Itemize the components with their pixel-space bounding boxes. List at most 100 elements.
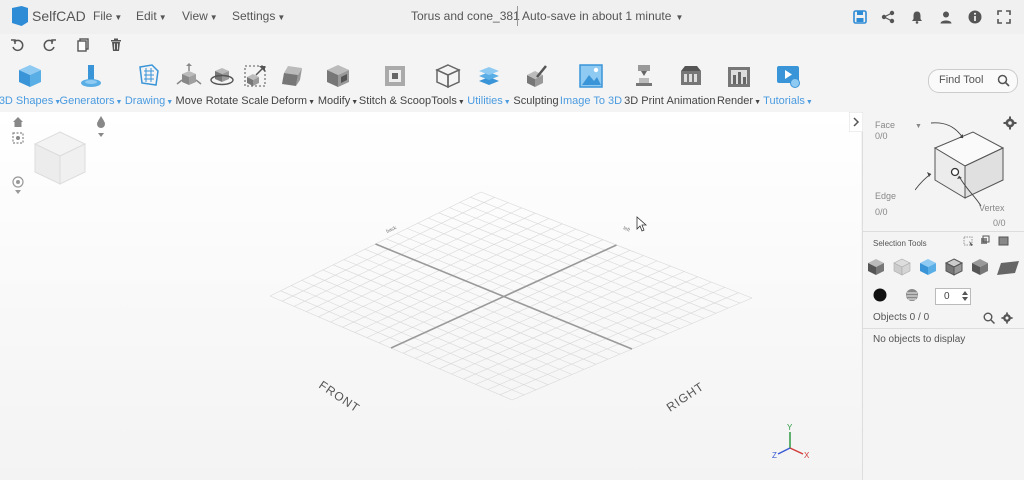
user-icon[interactable] (939, 10, 953, 24)
tool-render[interactable]: Render▼ (716, 60, 762, 110)
fullscreen-icon[interactable] (997, 10, 1011, 24)
color-swatch-icon[interactable] (873, 288, 887, 302)
share-icon[interactable] (881, 10, 895, 24)
search-icon[interactable] (997, 74, 1010, 87)
collapse-sidebar-icon[interactable] (849, 112, 863, 132)
axis-z-label: Z (772, 451, 777, 460)
grid-line (390, 244, 617, 349)
tool-tools[interactable]: Tools▼ (430, 60, 466, 110)
material-icon[interactable] (905, 288, 919, 302)
tool-move[interactable]: Move (174, 60, 204, 110)
3d-viewport[interactable]: back left FRONT RIGHT Y X Z (0, 112, 861, 480)
select-mesh-icon[interactable] (893, 258, 911, 276)
image-icon (579, 64, 603, 88)
select-plane-icon[interactable] (997, 261, 1019, 275)
tool-generators[interactable]: Generators▼ (60, 60, 122, 110)
selection-mode-row (868, 258, 1019, 276)
axis-x-label: X (804, 451, 810, 460)
tool-3d-shapes[interactable]: 3D Shapes▼ (0, 60, 61, 110)
mouse-cursor-icon (636, 216, 648, 232)
tool-tutorials[interactable]: Tutorials▼ (762, 60, 814, 110)
axis-y-label: Y (787, 423, 793, 432)
front-label: FRONT (316, 378, 362, 416)
selection-tool-options (963, 235, 1009, 246)
empty-objects-message: No objects to display (873, 334, 966, 345)
camera-mode-icon[interactable] (94, 115, 108, 139)
stitch-scoop-icon (385, 66, 405, 86)
copy-icon[interactable] (76, 38, 90, 52)
undo-icon[interactable] (10, 38, 24, 52)
tool-drawing[interactable]: Drawing▼ (124, 60, 174, 110)
tool-scale[interactable]: Scale (240, 60, 270, 110)
move-icon (176, 63, 202, 85)
bell-icon[interactable] (910, 10, 924, 24)
tool-rotate[interactable]: Rotate (204, 60, 240, 110)
value-stepper[interactable]: 0 (935, 288, 971, 305)
objects-settings-icon[interactable] (1001, 312, 1013, 324)
vertex-label: Vertex (979, 203, 1005, 213)
select-region-icon[interactable] (963, 236, 973, 246)
select-box-icon[interactable] (998, 236, 1009, 246)
viewport-canvas: back left FRONT RIGHT Y X Z (33, 131, 810, 460)
app-logo[interactable]: SelfCAD (12, 6, 86, 26)
find-tool-input[interactable]: Find Tool (928, 69, 1018, 93)
right-label: RIGHT (664, 379, 707, 414)
redo-icon[interactable] (43, 38, 57, 52)
deform-icon (282, 66, 302, 86)
view-cube[interactable] (33, 131, 87, 185)
utilities-icon (479, 67, 499, 85)
tool-modify[interactable]: Modify▼ (316, 60, 360, 110)
right-sidebar: Face ▼ 0/0 Edge 0/0 Vertex 0/0 Selection … (849, 112, 1024, 480)
tool-utilities[interactable]: Utilities▼ (466, 60, 512, 110)
render-icon (728, 67, 750, 87)
selfcad-logo-icon (12, 6, 28, 26)
back-axis-label: back (385, 225, 398, 235)
axis-gizmo: Y X Z (772, 423, 810, 460)
edge-label: Edge (875, 191, 897, 201)
menu-view[interactable]: View ▼ (182, 9, 218, 23)
generator-icon (81, 65, 101, 87)
animation-icon (681, 66, 701, 85)
grid-axes (375, 243, 633, 350)
home-icon[interactable] (12, 116, 24, 128)
tool-sculpting[interactable]: Sculpting (512, 60, 560, 110)
drawing-icon (139, 64, 159, 86)
selection-cube-diagram (915, 122, 1005, 207)
tool-animation[interactable]: Animation (666, 60, 716, 110)
autosave-status[interactable]: Auto-save in about 1 minute ▼ (522, 9, 683, 23)
face-count: 0/0 (875, 131, 888, 141)
printer-icon (636, 65, 652, 86)
sidebar-divider (863, 231, 1024, 232)
focus-icon[interactable] (12, 132, 24, 144)
select-edge-icon[interactable] (944, 258, 964, 276)
title-divider (517, 6, 518, 26)
left-axis-label: left (622, 225, 631, 233)
main-toolbar: 3D Shapes▼ Generators▼ Drawing▼ Move Rot… (0, 60, 1024, 112)
tools-icon (435, 64, 461, 89)
select-stack-icon[interactable] (981, 235, 990, 244)
menu-file[interactable]: File ▼ (93, 9, 122, 23)
menu-edit[interactable]: Edit ▼ (136, 9, 167, 23)
search-objects-icon[interactable] (983, 312, 995, 324)
stepper-arrows-icon[interactable] (962, 291, 968, 301)
save-icon[interactable] (853, 10, 867, 24)
edge-count: 0/0 (875, 207, 888, 217)
info-icon[interactable] (968, 10, 982, 24)
select-object-icon[interactable] (868, 259, 884, 275)
app-name: SelfCAD (32, 8, 86, 24)
selection-tools-label: Selection Tools (873, 239, 927, 248)
tool-3d-print[interactable]: 3D Print (622, 60, 666, 110)
sculpting-icon (527, 65, 547, 87)
trash-icon[interactable] (109, 38, 123, 52)
orbit-icon[interactable] (11, 176, 25, 196)
menu-settings[interactable]: Settings ▼ (232, 9, 285, 23)
rotate-icon (210, 68, 234, 86)
select-face-icon[interactable] (920, 259, 936, 275)
vertex-count: 0/0 (993, 218, 1006, 228)
select-vertex-icon[interactable] (972, 259, 988, 275)
tool-image-to-3d[interactable]: Image To 3D (560, 60, 622, 110)
document-title[interactable]: Torus and cone_381 (411, 9, 520, 23)
tool-deform[interactable]: Deform▼ (270, 60, 316, 110)
tool-stitch-scoop[interactable]: Stitch & Scoop (359, 60, 431, 110)
tutorial-video-icon (777, 66, 800, 88)
